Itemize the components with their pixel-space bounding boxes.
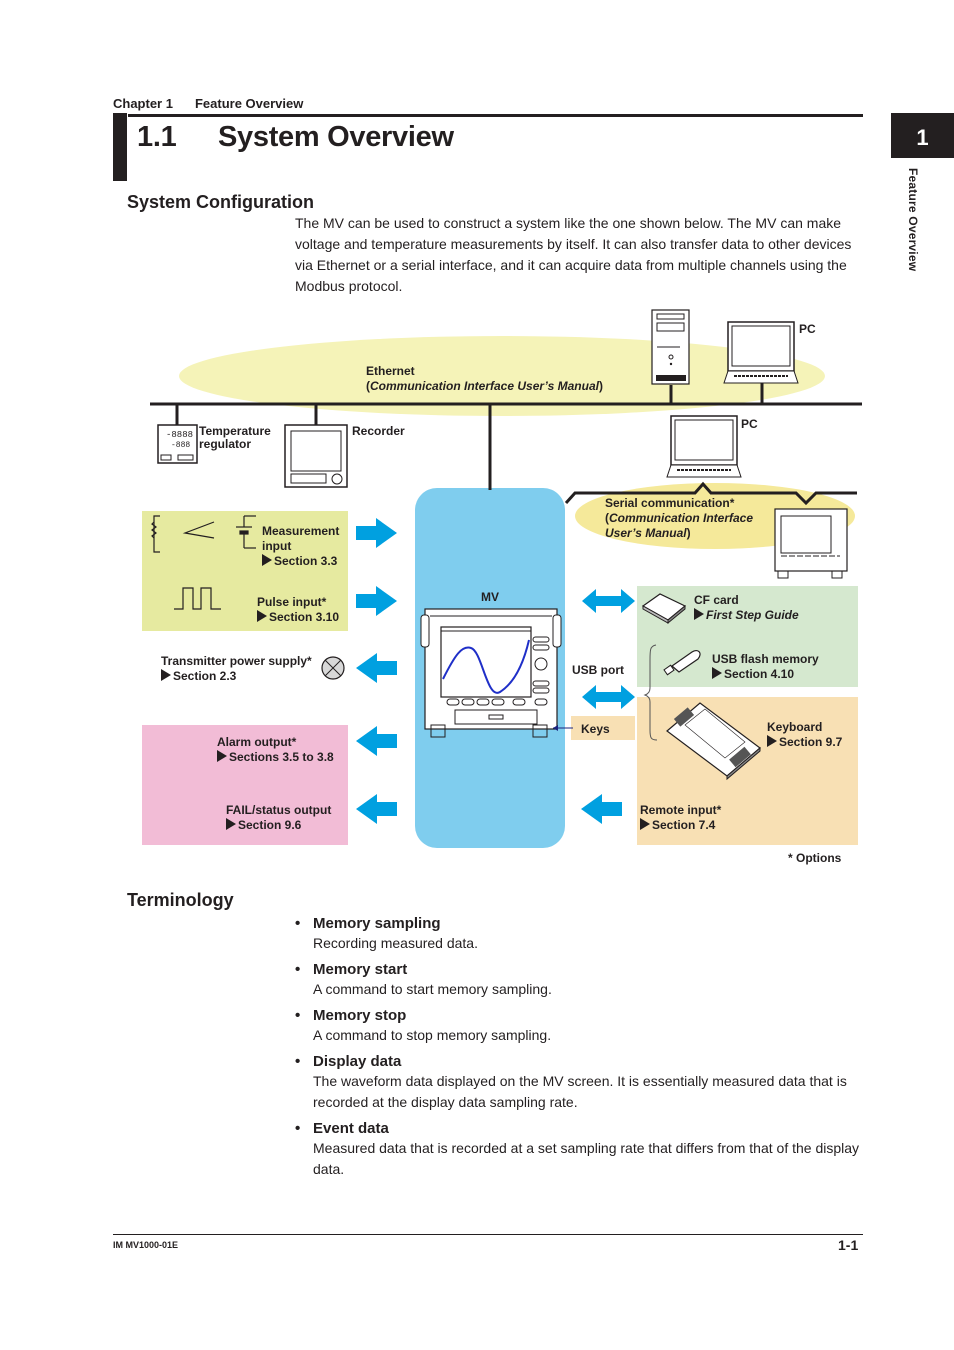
alarm-output-ref[interactable]: Sections 3.5 to 3.8 (229, 750, 334, 764)
recorder-icon (284, 424, 348, 488)
term-description: A command to stop memory sampling. (313, 1027, 552, 1043)
remote-input-ref[interactable]: Section 7.4 (652, 818, 715, 832)
laptop-pc-icon-top (723, 321, 799, 384)
arrow-ref-icon (161, 669, 171, 681)
arrow-ref-icon (712, 667, 722, 679)
laptop-pc-icon-mid (666, 415, 742, 478)
arrow-ref-icon (226, 818, 236, 830)
arrow-ref-icon (262, 554, 272, 566)
term-description: A command to start memory sampling. (313, 981, 552, 997)
remote-input-label: Remote input* Section 7.4 (640, 803, 722, 832)
page-number: 1-1 (838, 1237, 859, 1253)
arrow-left-alarm (356, 726, 397, 756)
term-title: Display data (313, 1053, 402, 1070)
svg-text:-888: -888 (171, 441, 190, 450)
term-item: • Event data Measured data that is record… (295, 1119, 870, 1180)
usb-flash-memory-ref[interactable]: Section 4.10 (724, 667, 794, 681)
term-title: Event data (313, 1120, 389, 1137)
serial-mv-icon (774, 508, 848, 579)
term-title: Memory start (313, 961, 408, 978)
pulse-input-label: Pulse input* Section 3.10 (257, 595, 340, 624)
usb-port-label: USB port (572, 663, 624, 677)
cf-card-ref[interactable]: First Step Guide (706, 608, 799, 622)
temperature-regulator-icon: -8888 -888 (157, 424, 198, 464)
system-diagram: -8888 -888 (142, 309, 862, 848)
measurement-input-label: Measurement input Section 3.3 (262, 524, 340, 568)
fail-status-output-ref[interactable]: Section 9.6 (238, 818, 301, 832)
terminology-list: • Memory sampling Recording measured data… (295, 914, 870, 1186)
arrow-ref-icon (694, 608, 704, 620)
cf-card-label: CF card First Step Guide (694, 593, 799, 622)
arrow-right-pulse (356, 586, 397, 616)
alarm-output-label: Alarm output* Sections 3.5 to 3.8 (217, 735, 334, 764)
keyboard-ref[interactable]: Section 9.7 (779, 735, 842, 749)
usb-flash-memory-label: USB flash memory Section 4.10 (712, 652, 819, 681)
arrow-both-cf (582, 589, 635, 613)
keyboard-label: Keyboard Section 9.7 (767, 720, 843, 749)
recorder-label: Recorder (352, 424, 405, 438)
term-title: Memory sampling (313, 915, 441, 932)
arrow-both-usb (582, 685, 635, 709)
term-item: • Display data The waveform data displaye… (295, 1052, 870, 1113)
arrow-ref-icon (640, 818, 650, 830)
term-description: The waveform data displayed on the MV sc… (313, 1073, 847, 1110)
term-description: Measured data that is recorded at a set … (313, 1140, 860, 1177)
transmitter-power-ref[interactable]: Section 2.3 (173, 669, 236, 683)
arrow-right-measurement (356, 518, 397, 548)
ethernet-manual-link[interactable]: Communication Interface User’s Manual (370, 379, 599, 393)
term-item: • Memory sampling Recording measured data… (295, 914, 870, 954)
mv-device-icon (420, 608, 562, 738)
term-title: Memory stop (313, 1007, 407, 1024)
arrow-ref-icon (217, 750, 227, 762)
pc-label-top: PC (799, 322, 816, 336)
footer-rule (113, 1234, 863, 1235)
pulse-input-ref[interactable]: Section 3.10 (269, 610, 339, 624)
term-description: Recording measured data. (313, 935, 478, 951)
tower-pc-icon (651, 309, 690, 385)
pc-label-mid: PC (741, 417, 758, 431)
term-item: • Memory stop A command to stop memory sa… (295, 1006, 870, 1046)
keys-label: Keys (581, 722, 610, 736)
terminology-heading: Terminology (127, 890, 234, 910)
svg-text:-8888: -8888 (166, 430, 193, 440)
arrow-left-remote (581, 794, 622, 824)
term-item: • Memory start A command to start memory … (295, 960, 870, 1000)
temperature-regulator-label: Temperature regulator (199, 424, 271, 451)
serial-manual-link[interactable]: Communication Interface (609, 511, 753, 525)
transmitter-lamp-icon (321, 656, 345, 680)
arrow-ref-icon (767, 735, 777, 747)
measurement-input-ref[interactable]: Section 3.3 (274, 554, 337, 568)
ethernet-label: Ethernet (Communication Interface User’s… (366, 364, 603, 393)
options-note: * Options (788, 851, 842, 865)
arrow-left-transmitter (356, 653, 397, 683)
arrow-left-fail (356, 794, 397, 824)
serial-communication-label: Serial communication* (Communication Int… (605, 496, 754, 540)
mv-label: MV (481, 590, 499, 604)
arrow-ref-icon (257, 610, 267, 622)
transmitter-power-label: Transmitter power supply* Section 2.3 (161, 654, 312, 683)
document-id: IM MV1000-01E (113, 1240, 179, 1250)
fail-status-output-label: FAIL/status output Section 9.6 (226, 803, 332, 832)
